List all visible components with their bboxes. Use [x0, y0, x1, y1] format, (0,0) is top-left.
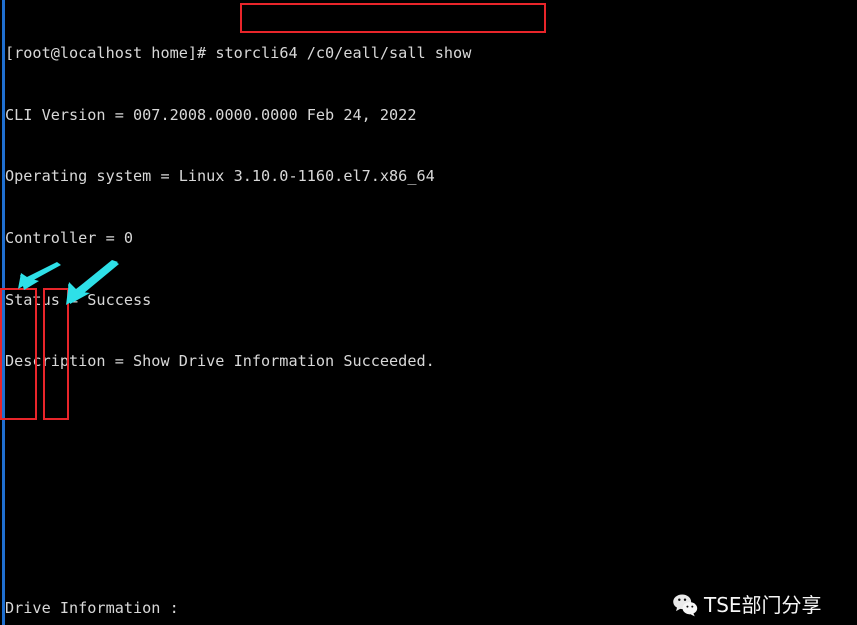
operating-system-line: Operating system = Linux 3.10.0-1160.el7…	[5, 167, 435, 186]
command-text: storcli64 /c0/eall/sall show	[215, 44, 472, 63]
prompt-line: [root@localhost home]# storcli64 /c0/eal…	[5, 43, 855, 64]
terminal-window: [root@localhost home]# storcli64 /c0/eal…	[0, 0, 857, 625]
section-title: Drive Information :	[5, 598, 179, 617]
controller-line: Controller = 0	[5, 229, 134, 248]
shell-prompt: [root@localhost home]#	[5, 44, 216, 63]
status-line: Status = Success	[5, 290, 152, 309]
terminal-console-output: [root@localhost home]# storcli64 /c0/eal…	[5, 2, 855, 625]
cli-version-line: CLI Version = 007.2008.0000.0000 Feb 24,…	[5, 105, 417, 124]
description-line: Description = Show Drive Information Suc…	[5, 352, 435, 371]
